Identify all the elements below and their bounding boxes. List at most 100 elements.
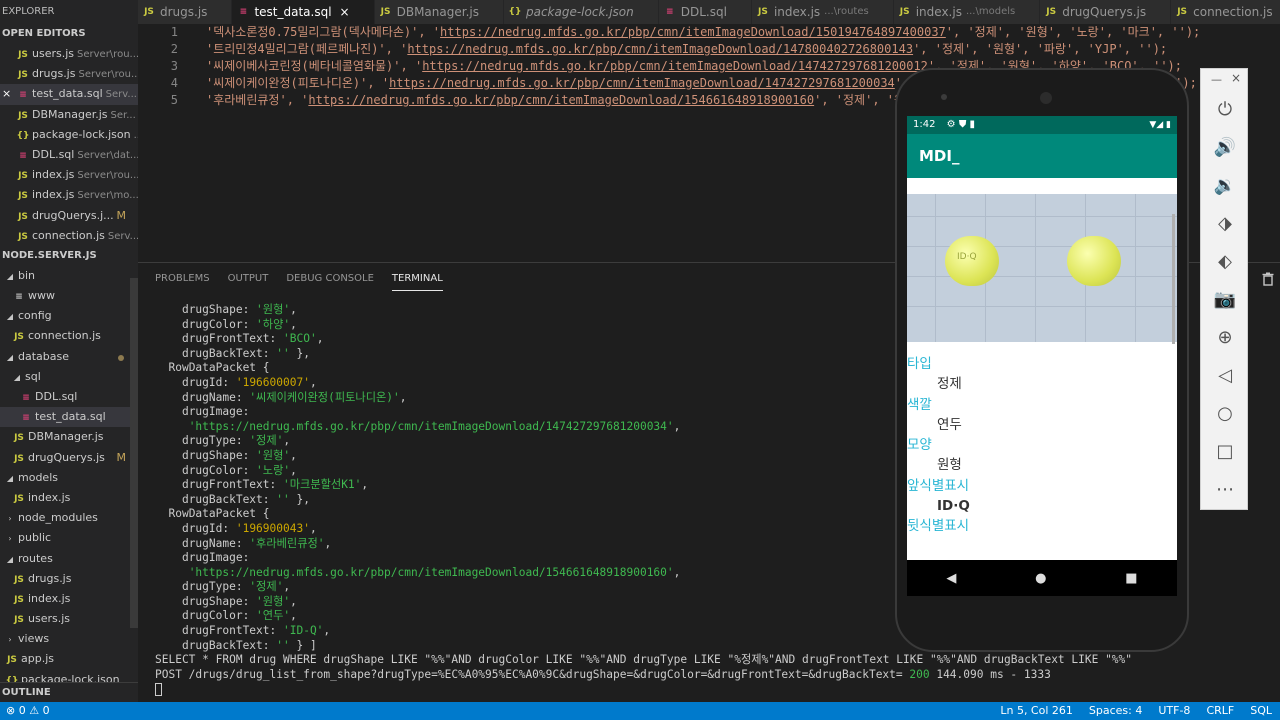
panel-tab-output[interactable]: OUTPUT	[228, 263, 269, 295]
open-editor-item[interactable]: JS DBManager.js Ser...	[0, 105, 138, 125]
indentation[interactable]: Spaces: 4	[1089, 702, 1142, 720]
zoom-icon[interactable]: ⊕	[1211, 323, 1239, 351]
rotate-right-icon[interactable]: ⬖	[1211, 247, 1239, 275]
volume-up-icon[interactable]: 🔊	[1211, 133, 1239, 161]
panel-tab-debug-console[interactable]: DEBUG CONSOLE	[286, 263, 374, 295]
back-icon[interactable]: ◁	[1211, 361, 1239, 389]
folder-item[interactable]: ◢ sql	[0, 367, 138, 387]
folder-item[interactable]: › node_modules	[0, 508, 138, 528]
close-icon[interactable]: ×	[1231, 71, 1241, 85]
home-icon[interactable]: ○	[1211, 399, 1239, 427]
file-item[interactable]: JS connection.js	[0, 326, 138, 346]
tab-path: ...\models	[965, 6, 1016, 17]
line-end: ,	[316, 332, 324, 346]
detail-label: 타입	[907, 356, 932, 372]
file-item[interactable]: ≡ www	[0, 286, 138, 306]
more-icon[interactable]: ⋯	[1211, 475, 1239, 503]
folder-item[interactable]: ◢ config	[0, 306, 138, 326]
editor-tab[interactable]: ≡ DDL.sql	[658, 0, 752, 24]
open-editor-item[interactable]: JS connection.js Serv...	[0, 226, 138, 246]
nav-recents-icon[interactable]: ■	[1125, 571, 1137, 586]
trash-icon[interactable]	[1262, 272, 1274, 286]
phone-screen[interactable]: 1:42 ⚙ ⛊ ▮ ▼◢ ▮ MDI_ ID·Q 타입 정제 색깔 연두 모양…	[907, 116, 1177, 596]
url-link[interactable]: https://nedrug.mfds.go.kr/pbp/cmn/itemIm…	[407, 42, 913, 56]
folder-item[interactable]: ◢ database	[0, 347, 138, 367]
open-editor-item[interactable]: JS drugs.js Server\rou...	[0, 64, 138, 84]
code-line[interactable]: 1 '덱사소론정0.75밀리그람(덱사메타손)', 'https://nedrug…	[138, 24, 1201, 41]
file-item[interactable]: ≡ test_data.sql	[0, 407, 138, 428]
file-item[interactable]: JS users.js	[0, 609, 138, 629]
file-path: Server\dat...	[77, 149, 138, 161]
file-item[interactable]: JS DBManager.js	[0, 427, 138, 447]
url-link[interactable]: https://nedrug.mfds.go.kr/pbp/cmn/itemIm…	[440, 25, 946, 39]
close-icon[interactable]: ×	[340, 0, 350, 24]
object-key: drugShape:	[181, 303, 257, 316]
nav-back-icon[interactable]: ◀	[946, 571, 956, 586]
folder-item[interactable]: ◢ routes	[0, 549, 138, 569]
url-link[interactable]: https://nedrug.mfds.go.kr/pbp/cmn/itemIm…	[422, 59, 928, 73]
editor-tab[interactable]: JS connection.js	[1171, 0, 1280, 24]
camera-icon[interactable]: 📷	[1211, 285, 1239, 313]
editor-tab[interactable]: JS drugs.js	[138, 0, 233, 24]
open-editor-item[interactable]: ≡ DDL.sql Server\dat...	[0, 145, 138, 165]
volume-down-icon[interactable]: 🔉	[1211, 171, 1239, 199]
panel-tab-terminal[interactable]: TERMINAL	[391, 267, 443, 291]
outline-header[interactable]: OUTLINE	[0, 682, 138, 702]
open-editor-item[interactable]: JS users.js Server\rou...	[0, 44, 138, 64]
object-key: drugBackText:	[181, 492, 277, 506]
line-end: ,	[290, 448, 297, 462]
editor-tab[interactable]: ≡ test_data.sql ×	[232, 0, 375, 24]
editor-tab[interactable]: JS drugQuerys.js	[1040, 0, 1172, 24]
status-time: 1:42	[913, 119, 936, 130]
file-item[interactable]: ≡ DDL.sql	[0, 387, 138, 407]
minimize-icon[interactable]: —	[1211, 73, 1222, 86]
open-editors-header[interactable]: OPEN EDITORS	[0, 24, 138, 44]
overview-icon[interactable]: □	[1211, 437, 1239, 465]
js-file-icon: JS	[1046, 7, 1057, 17]
close-icon[interactable]: ×	[2, 84, 11, 104]
file-item[interactable]: JS drugs.js	[0, 569, 138, 589]
url-link[interactable]: https://nedrug.mfds.go.kr/pbp/cmn/itemIm…	[389, 76, 895, 90]
file-item[interactable]: JS drugQuerys.js M	[0, 448, 138, 468]
encoding[interactable]: UTF-8	[1158, 702, 1190, 720]
file-item[interactable]: JS app.js	[0, 649, 138, 669]
url-link[interactable]: https://nedrug.mfds.go.kr/pbp/cmn/itemIm…	[308, 93, 814, 107]
item-name: drugQuerys.js	[28, 450, 105, 464]
rotate-left-icon[interactable]: ⬗	[1211, 209, 1239, 237]
code-line[interactable]: 2 '트리민정4밀리그람(페르페나진)', 'https://nedrug.mfd…	[138, 41, 1167, 58]
open-editor-item[interactable]: {}package-lock.json...	[0, 125, 138, 145]
editor-tab[interactable]: JS index.js ...\models	[893, 0, 1041, 24]
editor-tab[interactable]: JS index.js ...\routes	[751, 0, 894, 24]
power-icon[interactable]: ⏻	[1211, 95, 1239, 123]
detail-label: 뒷식별표시	[907, 518, 970, 535]
editor-tab[interactable]: {} package-lock.json	[503, 0, 659, 24]
folder-item[interactable]: › public	[0, 528, 138, 548]
folder-item[interactable]: ◢ bin	[0, 266, 138, 286]
open-editor-item[interactable]: JS drugQuerys.j... M	[0, 206, 138, 226]
sidebar-scrollbar[interactable]	[130, 278, 138, 628]
errors-indicator[interactable]: ⊗ 0 ⚠ 0	[6, 702, 50, 720]
folder-item[interactable]: › views	[0, 629, 138, 649]
file-item[interactable]: JS index.js	[0, 488, 138, 508]
js-file-icon: JS	[14, 433, 24, 444]
panel-tab-problems[interactable]: PROBLEMS	[155, 263, 210, 295]
file-item[interactable]: JS index.js	[0, 589, 138, 609]
line-ending[interactable]: CRLF	[1206, 702, 1234, 720]
open-editor-item[interactable]: × ≡ test_data.sql Serv...	[0, 84, 138, 105]
http-status: 200	[909, 667, 930, 681]
terminal-prompt[interactable]	[155, 682, 1132, 697]
http-timing: 144.090 ms - 1333	[929, 667, 1051, 681]
open-editor-item[interactable]: JS index.js Server\mo...	[0, 185, 138, 205]
editor-tab[interactable]: JS DBManager.js	[374, 0, 504, 24]
language-mode[interactable]: SQL	[1250, 702, 1272, 720]
nav-home-icon[interactable]: ●	[1035, 571, 1046, 586]
object-key: drugType:	[181, 580, 250, 594]
folder-item[interactable]: ◢ models	[0, 468, 138, 488]
cursor-position[interactable]: Ln 5, Col 261	[1000, 702, 1073, 720]
http-request: POST /drugs/drug_list_from_shape?drugTyp…	[155, 667, 910, 681]
detail-label: 모양	[907, 437, 932, 454]
open-editor-item[interactable]: JS index.js Server\rou...	[0, 165, 138, 185]
project-header[interactable]: NODE.SERVER.JS	[0, 246, 138, 266]
